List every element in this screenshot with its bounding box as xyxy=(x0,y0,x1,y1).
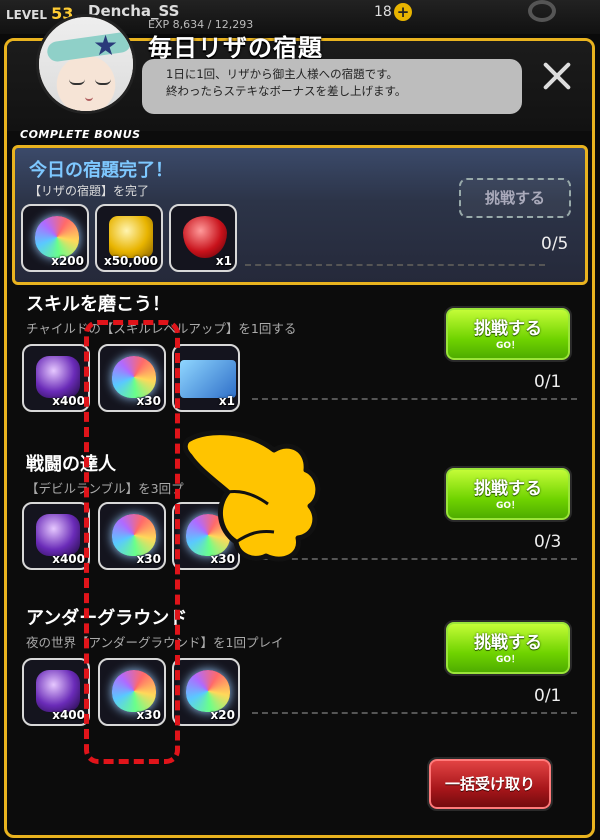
mission-progress: 0/3 xyxy=(534,532,562,552)
gold-coin-icon xyxy=(109,216,153,258)
reward-item: x400 xyxy=(22,344,90,412)
reward-item: x50,000 xyxy=(95,204,163,272)
purple-crystal-icon xyxy=(36,514,80,556)
speech-line-1: 1日に1回、リザから御主人様への宿題です。 xyxy=(166,67,398,81)
dialog-title: 毎日リザの宿題 xyxy=(148,34,323,62)
close-icon[interactable] xyxy=(534,56,580,96)
complete-bonus-card: 今日の宿題完了！ 【リザの宿題】を完了 挑戦する x200 x50,000 x1… xyxy=(12,145,588,285)
purple-crystal-icon xyxy=(36,356,80,398)
complete-bonus-challenge-button[interactable]: 挑戦する xyxy=(459,178,571,218)
reward-item: x400 xyxy=(22,658,90,726)
reward-item: x200 xyxy=(21,204,89,272)
liza-avatar: ★ xyxy=(36,14,136,114)
pointing-hand-icon xyxy=(182,430,321,562)
speech-bubble: 1日に1回、リザから御主人様への宿題です。 終わったらステキなボーナスを差し上げ… xyxy=(142,59,522,114)
complete-bonus-subtitle: 【リザの宿題】を完了 xyxy=(29,184,150,198)
purple-crystal-icon xyxy=(36,670,80,712)
star-icon: ★ xyxy=(93,29,119,62)
mission-title: スキルを磨こう！ xyxy=(26,294,170,315)
speech-line-2: 終わったらステキなボーナスを差し上げます。 xyxy=(166,84,407,98)
blue-card-icon xyxy=(180,360,236,398)
reward-item: x1 xyxy=(169,204,237,272)
complete-bonus-label: COMPLETE BONUS xyxy=(20,128,141,141)
mission-challenge-button[interactable]: 挑戦する GO！ xyxy=(444,620,572,676)
rainbow-gem-icon xyxy=(186,670,230,712)
add-currency-icon[interactable]: + xyxy=(394,3,412,21)
gear-icon[interactable] xyxy=(528,0,556,22)
mission-progress: 0/1 xyxy=(534,686,562,706)
rainbow-gem-icon xyxy=(35,216,79,258)
reward-item: x1 xyxy=(172,344,240,412)
reward-item: x20 xyxy=(172,658,240,726)
bulk-receive-button[interactable]: 一括受け取り xyxy=(427,757,553,811)
mission-challenge-button[interactable]: 挑戦する GO！ xyxy=(444,306,572,362)
highlight-annotation xyxy=(84,320,180,764)
complete-bonus-title: 今日の宿題完了！ xyxy=(29,160,173,181)
red-crystal-icon xyxy=(183,216,227,258)
mission-progress: 0/1 xyxy=(534,372,562,392)
currency-count: 18 xyxy=(374,4,392,20)
complete-bonus-progress: 0/5 xyxy=(541,234,569,254)
mission-challenge-button[interactable]: 挑戦する GO！ xyxy=(444,466,572,522)
reward-item: x400 xyxy=(22,502,90,570)
